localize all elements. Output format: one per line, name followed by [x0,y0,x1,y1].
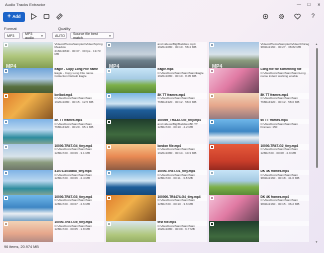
item-checkbox[interactable] [210,43,214,47]
item-checkbox[interactable] [107,145,111,149]
video-thumbnail[interactable] [106,220,156,242]
file-meta: 1920x1080 · 00:14 · 10.3 MB [157,150,197,155]
file-meta: Frames: 150 [260,125,278,130]
file-meta: 3840x2160 · 00:18 · 41.6 MB [260,176,300,181]
quality-mode-select[interactable]: AUTO [52,32,67,39]
item-checkbox[interactable] [210,94,214,98]
toolbar: + Add ? [0,9,324,24]
title-bar: Audio Tracks Extractor — ☐ ✕ [0,0,324,8]
clear-icon[interactable] [54,12,64,22]
file-meta: 1920x1080 · 00:15 · 12.5 MB [54,99,94,104]
file-meta: 1280x720 · 00:09 · 3.1 MB [54,150,91,155]
quality-source-value: Source file best match [73,31,98,40]
file-info [259,220,309,242]
item-checkbox[interactable] [107,94,111,98]
file-item[interactable]: 10000-TR4T-G5_tiny.mp4 C:\AlexDocs\Sam\Sa… [3,220,105,242]
item-checkbox[interactable] [210,145,214,149]
item-checkbox[interactable] [107,119,111,124]
file-meta: 1280x720 · 00:10 · 4.2 MB [157,125,194,130]
file-meta: 7680x4320 · 00:20 · 95.1 MB [54,125,94,130]
quality-mode-value: AUTO [55,33,65,38]
format-select-value: MP3 [7,33,15,38]
minimize-button[interactable]: — [294,0,304,8]
item-checkbox[interactable] [210,221,214,226]
toolbar-right: ? [260,12,318,22]
format-label: Format [4,26,17,31]
item-checkbox[interactable] [107,170,111,175]
item-checkbox[interactable] [210,170,214,175]
status-bar: 96 items, 20.974 MB [4,245,39,249]
item-checkbox[interactable] [4,119,8,124]
file-grid: MP4VideosPhotosSamples\Video\Spring Mead… [3,42,309,242]
file-meta: 1920x1080 · 00:10 · 8.05 MB [157,74,197,79]
item-checkbox[interactable] [4,94,8,98]
file-meta: 3840x2160 · 00:15 · 36.2 MB [260,201,300,206]
file-info: test file.mp4 C:\AlexDocs\Sam\Sam\Sam 1920… [156,220,207,242]
item-checkbox[interactable] [107,43,111,47]
quality-label: Quality [58,26,71,31]
plus-icon: + [7,13,11,20]
quality-source-select[interactable]: Source file best match ▼ [70,31,114,40]
item-checkbox[interactable] [4,68,8,73]
help-icon[interactable]: ? [308,12,318,22]
chevron-down-icon: ▼ [40,33,44,38]
file-meta: 1920x1080 · 00:10 · 58.4 MB [157,45,197,50]
file-meta: 1280x720 · 00:10 · 3.6 MB [157,201,194,206]
video-thumbnail[interactable] [3,220,53,242]
file-meta: 1280x720 · 00:08 · 2.9 MB [260,150,297,155]
item-checkbox[interactable] [107,221,111,226]
codec-select[interactable]: MP3 audio ▼ [22,31,46,40]
gear-icon[interactable] [276,12,286,22]
item-checkbox[interactable] [4,196,8,200]
scroll-up-icon[interactable]: ▲ [315,42,318,46]
file-meta: 2160x3840 · 00:37 · 30 fps · 19.73 MB [54,48,101,57]
codec-select-value: MP3 audio [25,31,34,40]
item-checkbox[interactable] [4,145,8,149]
file-item[interactable] [209,220,309,242]
chevron-down-icon: ▼ [108,33,112,38]
file-item[interactable]: test file.mp4 C:\AlexDocs\Sam\Sam\Sam 1920… [106,220,208,242]
file-meta: 3840x2160 · 00:27 · 38.82 MB [260,45,302,50]
file-info: 10000-TR4T-G5_tiny.mp4 C:\AlexDocs\Sam\Sa… [53,220,104,242]
scroll-thumb[interactable] [316,48,318,168]
window-controls: — ☐ ✕ [294,0,324,8]
item-checkbox[interactable] [210,119,214,124]
format-select[interactable]: MP3 [4,32,20,39]
file-meta: 1280x720 · 00:05 · 1.8 MB [54,227,91,232]
add-label: Add [12,14,21,19]
file-meta: Collection Default Eagle [54,74,87,79]
file-meta: 1920x1080 · 00:09 · 6.7 MB [157,227,195,232]
item-checkbox[interactable] [107,68,111,73]
file-meta: 1280x720 · 00:11 · 3.8 MB [157,176,193,181]
app-title: Audio Tracks Extractor [5,1,46,7]
stop-icon[interactable] [41,12,51,22]
file-meta: 7680x4320 · 00:12 · 58.0 MB [260,99,300,104]
add-button[interactable]: + Add [3,11,25,22]
item-checkbox[interactable] [210,196,214,200]
video-thumbnail[interactable] [209,220,259,242]
item-checkbox[interactable] [210,68,214,73]
settings-icon[interactable] [260,12,270,22]
item-checkbox[interactable] [107,196,111,200]
item-checkbox[interactable] [4,221,8,226]
maximize-button[interactable]: ☐ [304,0,314,8]
favorite-icon[interactable] [292,12,302,22]
close-button[interactable]: ✕ [314,0,324,8]
file-meta: 7680x4320 · 00:12 · 58.0 MB [157,99,197,104]
item-checkbox[interactable] [4,170,8,175]
file-meta: name indent working enable [260,74,299,79]
file-meta: 1280x720 · 00:07 · 2.6 MB [54,201,91,206]
item-checkbox[interactable] [4,43,8,47]
play-icon[interactable] [28,12,38,22]
vertical-scrollbar[interactable]: ▲ ▼ [315,42,319,244]
format-quality-row: Format MP3 MP3 audio ▼ Quality AUTO Sour… [4,26,320,40]
scroll-down-icon[interactable]: ▼ [315,240,318,244]
file-meta: 1280x720 · 00:06 · 2.4 MB [54,176,91,181]
